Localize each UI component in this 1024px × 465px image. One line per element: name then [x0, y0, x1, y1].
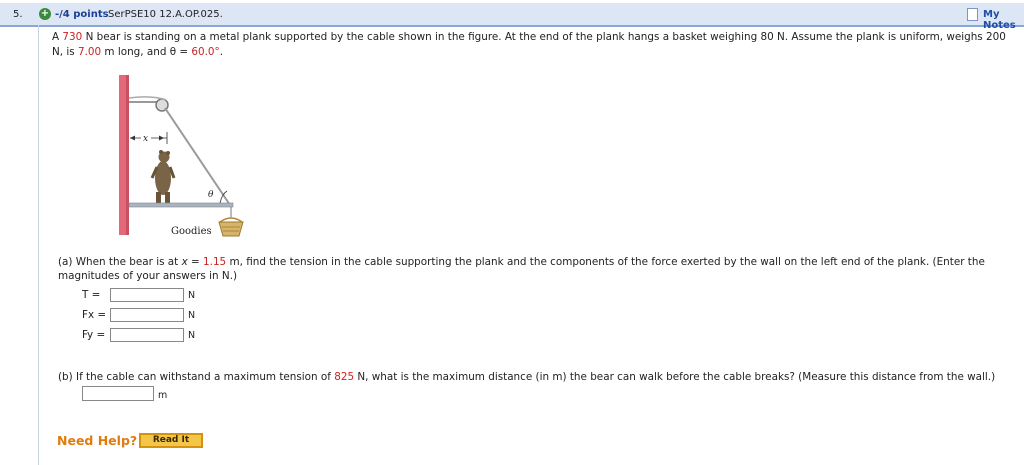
plank	[128, 202, 234, 208]
max-distance-unit: m	[158, 390, 168, 401]
fx-unit: N	[188, 310, 196, 321]
tension-input[interactable]	[110, 288, 184, 302]
fy-input[interactable]	[110, 328, 184, 342]
basket-icon	[218, 217, 244, 237]
question-id: SerPSE10 12.A.OP.025.	[108, 9, 223, 20]
plank-length: 7.00	[77, 46, 102, 58]
bear-weight: 730	[62, 31, 83, 43]
theta-label: θ	[208, 190, 214, 200]
fy-label: Fy =	[82, 329, 106, 341]
x-value: 1.15	[203, 256, 227, 268]
fx-label: Fx =	[82, 309, 107, 321]
max-tension-value: 825	[334, 371, 355, 383]
my-notes-link[interactable]: My Notes	[983, 9, 1024, 31]
notes-icon[interactable]	[967, 8, 978, 21]
part-b-question: (b) If the cable can withstand a maximum…	[58, 371, 996, 383]
cable	[164, 107, 231, 206]
x-label: x	[143, 134, 148, 144]
left-divider	[38, 25, 39, 465]
need-help-label: Need Help?	[57, 433, 138, 448]
bear-icon	[150, 150, 176, 203]
read-it-button[interactable]: Read It	[139, 433, 203, 448]
question-number: 5.	[13, 9, 23, 20]
problem-statement: A 730 N bear is standing on a metal plan…	[52, 31, 1006, 58]
figure-svg: x θ Goodies	[119, 75, 244, 237]
part-a-question: (a) When the bear is at x = 1.15 m, find…	[58, 256, 985, 282]
question-header: 5. + -/4 points SerPSE10 12.A.OP.025. My…	[0, 3, 1024, 31]
basket-label: Goodies	[171, 226, 212, 237]
points-label: -/4 points	[55, 9, 109, 20]
fy-unit: N	[188, 330, 196, 341]
tension-unit: N	[188, 290, 196, 301]
theta-value: 60.0°	[191, 46, 220, 58]
tension-label: T =	[82, 289, 101, 301]
plus-icon[interactable]: +	[39, 8, 51, 20]
bear-plank-figure: x θ Goodies	[112, 70, 252, 244]
max-distance-input[interactable]	[82, 386, 154, 401]
fx-input[interactable]	[110, 308, 184, 322]
